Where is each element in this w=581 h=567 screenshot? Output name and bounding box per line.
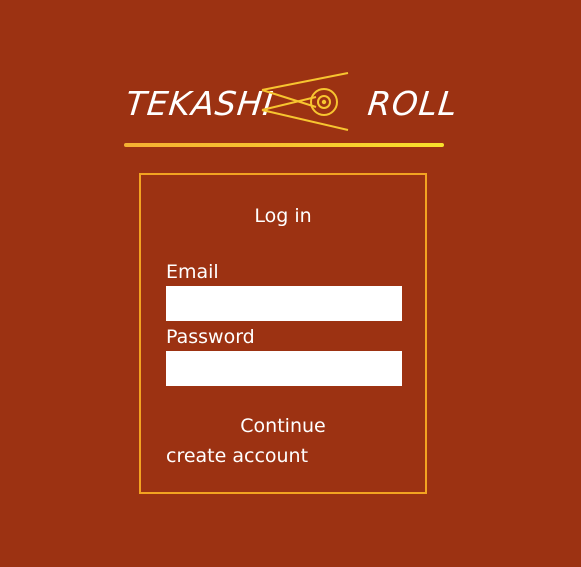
create-account-link[interactable]: create account [166, 445, 308, 467]
email-input[interactable] [166, 286, 402, 321]
login-title: Log in [254, 205, 312, 227]
chopsticks-roll-icon [261, 72, 349, 131]
logo-text-left: TEKASHI [123, 84, 276, 123]
continue-button[interactable]: Continue [141, 415, 425, 437]
brand-logo: TEKASHI ROLL [123, 70, 460, 150]
password-label: Password [166, 326, 255, 348]
login-panel: Log in Email Password Continue create ac… [139, 173, 427, 494]
logo-underline [124, 143, 444, 147]
password-input[interactable] [166, 351, 402, 386]
email-label: Email [166, 261, 219, 283]
logo-text-right: ROLL [365, 84, 460, 123]
